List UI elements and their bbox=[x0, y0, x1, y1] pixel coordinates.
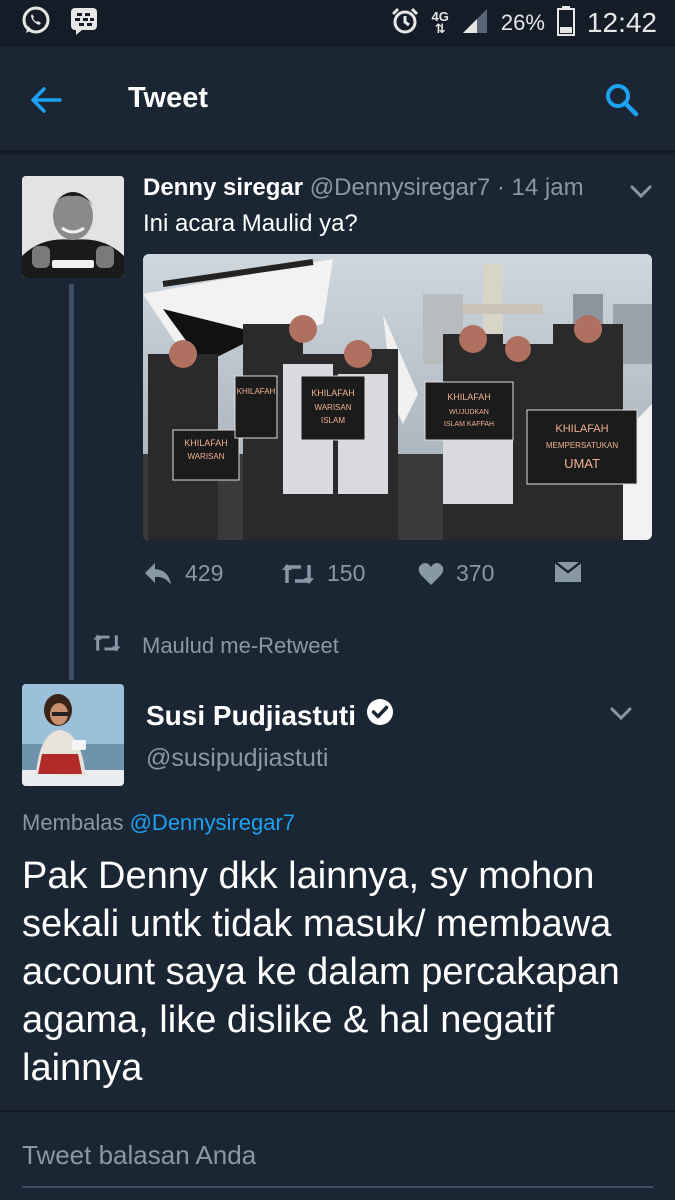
svg-text:UMAT: UMAT bbox=[564, 456, 600, 471]
heart-icon bbox=[418, 562, 444, 586]
mention-link[interactable]: @Dennysiregar7 bbox=[130, 810, 295, 835]
retweet-count: 150 bbox=[327, 560, 366, 586]
status-bar: 4G ⇅ 26% 12:42 bbox=[0, 0, 675, 46]
sign-text-1: KHILAFAH bbox=[184, 438, 228, 448]
svg-text:MEMPERSATUKAN: MEMPERSATUKAN bbox=[546, 441, 619, 450]
avatar[interactable] bbox=[22, 176, 124, 278]
battery-percent: 26% bbox=[500, 10, 545, 35]
svg-text:KHILAFAH: KHILAFAH bbox=[311, 388, 355, 398]
direct-message-action[interactable] bbox=[554, 560, 582, 584]
retweet-notice: Maulud me-Retweet bbox=[92, 632, 339, 660]
reply-action[interactable]: 429 bbox=[143, 560, 223, 587]
retweet-icon bbox=[281, 561, 315, 587]
data-arrows: ⇅ bbox=[434, 21, 446, 36]
chevron-down-icon[interactable] bbox=[628, 180, 654, 202]
signal-icon bbox=[461, 7, 489, 40]
retweet-notice-text[interactable]: Maulud me-Retweet bbox=[142, 633, 339, 659]
author-handle[interactable]: @Dennysiregar7 bbox=[310, 174, 490, 201]
battery-icon bbox=[556, 5, 575, 41]
svg-text:KHILAFAH: KHILAFAH bbox=[447, 392, 491, 402]
network-indicator: 4G ⇅ bbox=[432, 10, 449, 36]
replying-to: Membalas @Dennysiregar7 bbox=[22, 810, 295, 836]
author-handle[interactable]: @susipudjiastuti bbox=[146, 744, 328, 773]
author-name[interactable]: Denny siregar bbox=[143, 174, 303, 201]
reply-count: 429 bbox=[185, 560, 224, 586]
replying-prefix: Membalas bbox=[22, 810, 130, 835]
tweet-text: Ini acara Maulid ya? bbox=[143, 210, 358, 237]
search-icon[interactable] bbox=[604, 82, 640, 118]
page-title: Tweet bbox=[128, 82, 209, 114]
verified-badge-icon bbox=[366, 698, 394, 733]
reply-input[interactable]: Tweet balasan Anda bbox=[22, 1140, 653, 1188]
tweet-photo[interactable]: KHILAFAH WARISAN KHILAFAH KHILAFAH WARIS… bbox=[143, 254, 652, 540]
reply-icon bbox=[143, 561, 173, 587]
back-arrow-icon[interactable] bbox=[28, 82, 64, 118]
tweet-header: Denny siregar @Dennysiregar7 · 14 jam bbox=[143, 174, 584, 202]
clock: 12:42 bbox=[586, 7, 657, 38]
tweet-text: Pak Denny dkk lainnya, sy mohon sekali u… bbox=[22, 855, 620, 1089]
svg-text:WUJUDKAN: WUJUDKAN bbox=[449, 409, 489, 416]
author-name-row: Susi Pudjiastuti bbox=[146, 698, 394, 733]
svg-text:KHILAFAH: KHILAFAH bbox=[555, 423, 608, 435]
retweet-icon bbox=[92, 632, 122, 660]
divider bbox=[0, 1110, 675, 1112]
svg-text:ISLAM KAFFAH: ISLAM KAFFAH bbox=[444, 421, 494, 428]
bbm-icon bbox=[70, 6, 100, 41]
like-action[interactable]: 370 bbox=[418, 560, 494, 587]
avatar[interactable] bbox=[22, 684, 124, 786]
svg-text:WARISAN: WARISAN bbox=[187, 452, 224, 461]
tweet-time: · 14 jam bbox=[490, 174, 584, 201]
thread-line bbox=[69, 284, 74, 680]
app-bar: Tweet bbox=[0, 46, 675, 152]
svg-text:ISLAM: ISLAM bbox=[321, 416, 345, 425]
author-name[interactable]: Susi Pudjiastuti bbox=[146, 700, 356, 732]
like-count: 370 bbox=[456, 560, 495, 586]
envelope-icon bbox=[554, 560, 582, 584]
tweet-actions: 429 150 370 bbox=[143, 560, 652, 592]
chevron-down-icon[interactable] bbox=[608, 702, 634, 724]
retweet-action[interactable]: 150 bbox=[281, 560, 365, 587]
whatsapp-icon bbox=[20, 5, 52, 42]
svg-text:WARISAN: WARISAN bbox=[314, 403, 351, 412]
alarm-icon bbox=[390, 6, 420, 41]
svg-text:KHILAFAH: KHILAFAH bbox=[237, 387, 276, 396]
